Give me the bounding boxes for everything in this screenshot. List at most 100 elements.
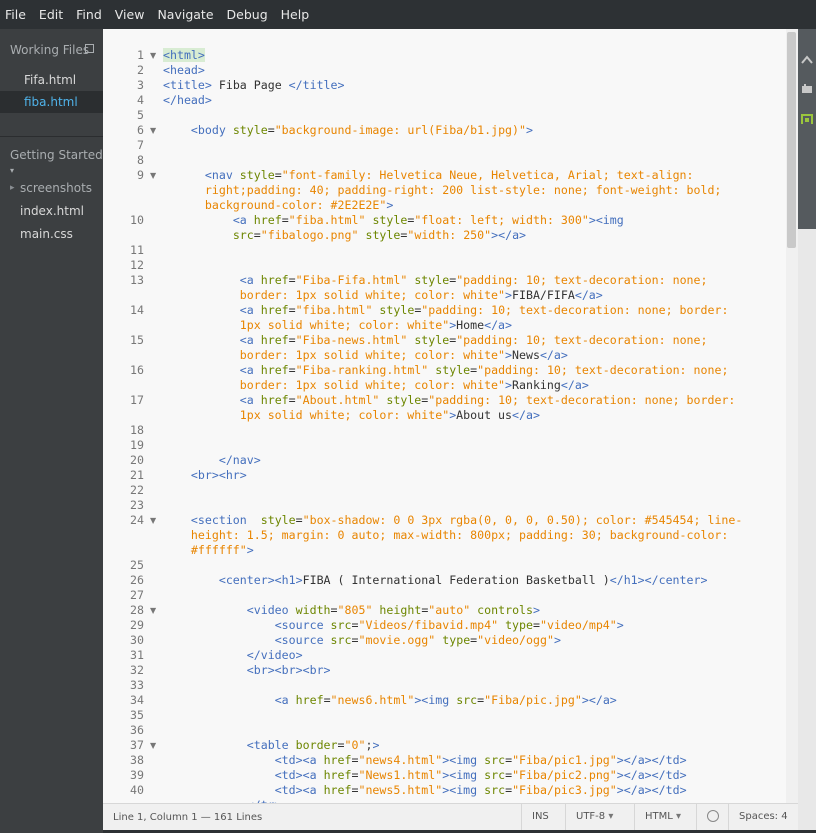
fold-toggle-icon[interactable]: ▼ bbox=[150, 48, 156, 63]
code-line[interactable]: <a href="news6.html"><img src="Fiba/pic.… bbox=[163, 693, 617, 708]
code-line[interactable]: <html> bbox=[163, 48, 205, 63]
code-line[interactable]: <center><h1>FIBA ( International Federat… bbox=[163, 573, 708, 588]
code-line[interactable]: <source src="Videos/fibavid.mp4" type="v… bbox=[163, 618, 624, 633]
menu-file[interactable]: File bbox=[5, 7, 26, 22]
code-line[interactable]: </video> bbox=[163, 648, 303, 663]
live-preview-icon[interactable] bbox=[801, 54, 813, 64]
indent-label: Spaces: 4 bbox=[739, 811, 788, 822]
code-line[interactable]: <body style="background-image: url(Fiba/… bbox=[163, 123, 533, 138]
code-line[interactable]: <a href="Fiba-ranking.html" style="paddi… bbox=[163, 363, 729, 378]
tree-item-folder[interactable]: ▸ screenshots bbox=[0, 177, 103, 199]
indent-setting[interactable]: Spaces: 4 bbox=[728, 804, 798, 830]
line-number: 7 bbox=[137, 138, 144, 152]
code-line[interactable]: <br><hr> bbox=[163, 468, 247, 483]
tree-item-file[interactable]: index.html bbox=[0, 200, 103, 222]
code-editor[interactable]: 1 ▼ <html> 2 <head> 3 <title> Fiba Page </titl… bbox=[103, 29, 798, 803]
toolbar-panel bbox=[798, 29, 816, 229]
split-view-icon[interactable] bbox=[85, 44, 94, 53]
code-line[interactable]: <td><a href="news4.html"><img src="Fiba/… bbox=[163, 753, 687, 768]
code-line[interactable]: <source src="movie.ogg" type="video/ogg"… bbox=[163, 633, 561, 648]
code-line[interactable]: <title> Fiba Page </title> bbox=[163, 78, 345, 93]
code-line[interactable]: 1px solid white; color: white">About us<… bbox=[163, 408, 540, 423]
code-line[interactable]: border: 1px solid white; color: white">R… bbox=[163, 378, 589, 393]
language-select[interactable]: HTML ▾ bbox=[634, 804, 696, 830]
tree-item-label: screenshots bbox=[20, 181, 93, 195]
code-line[interactable]: <td><a href="news5.html"><img src="Fiba/… bbox=[163, 783, 687, 798]
code-line[interactable]: </head> bbox=[163, 93, 212, 108]
status-bar: Line 1, Column 1 — 161 Lines INS UTF-8 ▾… bbox=[103, 803, 798, 830]
menu-edit[interactable]: Edit bbox=[39, 7, 63, 22]
project-header[interactable]: Getting Started ▾ bbox=[0, 148, 103, 176]
menu-navigate[interactable]: Navigate bbox=[157, 7, 213, 22]
line-number: 10 bbox=[130, 213, 144, 227]
menu-view[interactable]: View bbox=[115, 7, 145, 22]
menu-debug[interactable]: Debug bbox=[227, 7, 268, 22]
code-line[interactable]: <a href="fiba.html" style="float: left; … bbox=[163, 213, 624, 228]
menu-help[interactable]: Help bbox=[281, 7, 310, 22]
code-line[interactable]: <a href="About.html" style="padding: 10;… bbox=[163, 393, 736, 408]
language-label: HTML bbox=[645, 811, 673, 822]
fold-toggle-icon[interactable]: ▼ bbox=[150, 513, 156, 528]
line-number: 13 bbox=[130, 273, 144, 287]
code-line[interactable]: <a href="Fiba-news.html" style="padding:… bbox=[163, 333, 708, 348]
line-number: 18 bbox=[130, 423, 144, 437]
line-number: 23 bbox=[130, 498, 144, 512]
insert-mode-label: INS bbox=[532, 811, 549, 822]
encoding-label: UTF-8 bbox=[576, 811, 606, 822]
working-file-item-active[interactable]: fiba.html bbox=[0, 91, 103, 113]
line-number: 39 bbox=[130, 768, 144, 782]
extension-manager-icon[interactable] bbox=[801, 84, 813, 94]
code-line[interactable]: <table border="0";> bbox=[163, 738, 380, 753]
code-line[interactable]: 1px solid white; color: white">Home</a> bbox=[163, 318, 512, 333]
code-line[interactable]: #ffffff"> bbox=[163, 543, 254, 558]
line-number: 3 bbox=[137, 78, 144, 92]
line-number: 6 bbox=[137, 123, 144, 137]
working-files-header: Working Files bbox=[10, 43, 90, 57]
fold-toggle-icon[interactable]: ▼ bbox=[150, 168, 156, 183]
code-line[interactable]: src="fibalogo.png" style="width: 250"></… bbox=[163, 228, 526, 243]
code-line[interactable]: height: 1.5; margin: 0 auto; max-width: … bbox=[163, 528, 728, 543]
scrollbar-thumb[interactable] bbox=[787, 32, 796, 248]
fold-toggle-icon[interactable]: ▼ bbox=[150, 123, 156, 138]
chevron-down-icon: ▾ bbox=[10, 166, 15, 175]
code-line[interactable]: border: 1px solid white; color: white">N… bbox=[163, 348, 568, 363]
line-number: 34 bbox=[130, 693, 144, 707]
line-number: 29 bbox=[130, 618, 144, 632]
line-number: 28 bbox=[130, 603, 144, 617]
code-line[interactable]: background-color: #2E2E2E"> bbox=[163, 198, 393, 213]
code-line[interactable]: </nav> bbox=[163, 453, 261, 468]
dropdown-arrow-icon: ▾ bbox=[676, 811, 682, 822]
line-number: 32 bbox=[130, 663, 144, 677]
code-line[interactable]: <a href="Fiba-Fifa.html" style="padding:… bbox=[163, 273, 708, 288]
tree-item-file[interactable]: main.css bbox=[0, 223, 103, 245]
code-line[interactable]: <td><a href="News1.html"><img src="Fiba/… bbox=[163, 768, 687, 783]
line-number: 4 bbox=[137, 93, 144, 107]
menu-find[interactable]: Find bbox=[76, 7, 102, 22]
line-number: 1 bbox=[137, 48, 144, 62]
code-line[interactable]: <a href="fiba.html" style="padding: 10; … bbox=[163, 303, 729, 318]
line-number: 24 bbox=[130, 513, 144, 527]
line-number: 16 bbox=[130, 363, 144, 377]
line-number: 38 bbox=[130, 753, 144, 767]
code-line[interactable]: <section style="box-shadow: 0 0 3px rgba… bbox=[163, 513, 742, 528]
code-line[interactable]: <br><br><br> bbox=[163, 663, 331, 678]
fold-toggle-icon[interactable]: ▼ bbox=[150, 738, 156, 753]
fold-toggle-icon[interactable]: ▼ bbox=[150, 603, 156, 618]
working-file-item[interactable]: Fifa.html bbox=[0, 69, 103, 91]
line-number: 17 bbox=[130, 393, 144, 407]
line-number: 30 bbox=[130, 633, 144, 647]
code-line[interactable]: border: 1px solid white; color: white">F… bbox=[163, 288, 603, 303]
code-line[interactable]: <head> bbox=[163, 63, 205, 78]
linter-status[interactable] bbox=[696, 804, 728, 830]
line-number: 22 bbox=[130, 483, 144, 497]
line-number: 15 bbox=[130, 333, 144, 347]
code-line[interactable]: <nav style="font-family: Helvetica Neue,… bbox=[163, 168, 694, 183]
git-icon[interactable] bbox=[801, 114, 813, 124]
code-line[interactable]: <video width="805" height="auto" control… bbox=[163, 603, 540, 618]
line-number: 21 bbox=[130, 468, 144, 482]
insert-mode-toggle[interactable]: INS bbox=[521, 804, 565, 830]
line-number: 36 bbox=[130, 723, 144, 737]
code-line[interactable]: right;padding: 40; padding-right: 200 li… bbox=[163, 183, 722, 198]
sidebar: Working Files Fifa.html fiba.html Gettin… bbox=[0, 29, 103, 833]
encoding-select[interactable]: UTF-8 ▾ bbox=[565, 804, 634, 830]
